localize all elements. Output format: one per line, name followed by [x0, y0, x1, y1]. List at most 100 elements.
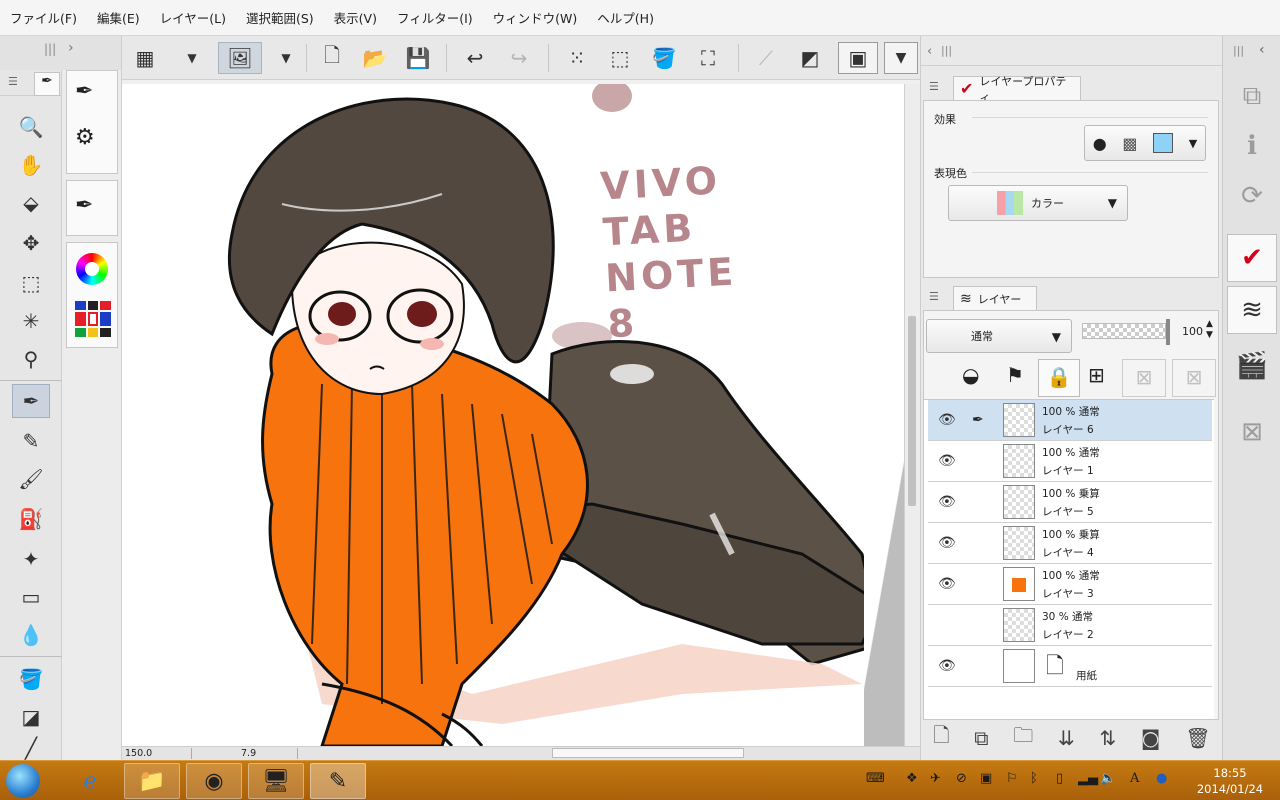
- marquee-icon[interactable]: ⬚: [12, 266, 50, 300]
- grip-icon[interactable]: |||: [1233, 44, 1244, 57]
- dropdown-arrow-icon[interactable]: ▼: [1189, 137, 1197, 150]
- clip-studio-icon[interactable]: ✎: [310, 763, 366, 799]
- color-wheel-icon[interactable]: [76, 253, 108, 285]
- animation-palette-icon[interactable]: 🎬: [1227, 342, 1277, 390]
- redo-icon[interactable]: ↪: [503, 42, 535, 74]
- border-effect-icon[interactable]: ●: [1093, 134, 1107, 153]
- color-set-icon[interactable]: [75, 301, 111, 337]
- lock-transparent-icon[interactable]: ⊞: [1088, 363, 1105, 387]
- eye-icon[interactable]: 👁: [938, 412, 956, 428]
- internet-explorer-icon[interactable]: ℯ: [62, 763, 118, 799]
- eraser-icon[interactable]: ▭: [12, 580, 50, 614]
- layer-property-palette-icon[interactable]: ✔: [1227, 234, 1277, 282]
- opacity-stepper-icon[interactable]: ▲ ▼: [1206, 319, 1213, 341]
- scroll-thumb[interactable]: [908, 316, 916, 506]
- pen-icon[interactable]: ✒: [12, 384, 50, 418]
- brush-icon[interactable]: 🖌: [12, 462, 50, 496]
- network-icon[interactable]: ▂▄: [1078, 771, 1098, 786]
- line-icon[interactable]: ╱: [12, 736, 50, 760]
- start-button-icon[interactable]: [6, 764, 40, 798]
- tone-effect-icon[interactable]: ▩: [1122, 134, 1137, 153]
- delete-layer-icon[interactable]: 🗑: [1185, 726, 1210, 750]
- horizontal-scrollbar[interactable]: [552, 748, 744, 758]
- chevron-left-icon[interactable]: ‹: [1259, 42, 1265, 58]
- grip-icon[interactable]: |||: [941, 44, 952, 57]
- drawing-canvas[interactable]: VIVO TAB NOTE 8: [122, 84, 920, 746]
- layer-row[interactable]: 👁 100 % 乗算 レイヤー 5: [928, 482, 1212, 523]
- flag-icon[interactable]: ⚐: [1006, 771, 1018, 786]
- layer-row[interactable]: 👁 ✒ 100 % 通常 レイヤー 6: [928, 400, 1212, 441]
- hand-icon[interactable]: ✋: [12, 148, 50, 182]
- opacity-slider[interactable]: [1082, 323, 1166, 339]
- expression-color-select[interactable]: カラー ▼: [948, 185, 1128, 221]
- menu-window[interactable]: ウィンドウ(W): [493, 8, 578, 27]
- eyedropper-icon[interactable]: ⚲: [12, 342, 50, 376]
- pen-tab-icon[interactable]: ✒: [34, 72, 60, 96]
- eye-icon[interactable]: 👁: [938, 535, 956, 551]
- navigator-icon[interactable]: 🖼: [218, 42, 262, 74]
- magic-wand-icon[interactable]: ✳: [12, 304, 50, 338]
- move-icon[interactable]: ✥: [12, 226, 50, 260]
- palette-menu-icon[interactable]: ☰: [929, 290, 939, 303]
- eye-icon[interactable]: 👁: [938, 658, 956, 674]
- decoration-icon[interactable]: ✦: [12, 542, 50, 576]
- palette-menu-icon[interactable]: ☰: [8, 75, 18, 88]
- grip-icon[interactable]: |||: [44, 42, 56, 56]
- keyboard-icon[interactable]: ⌨: [866, 771, 885, 786]
- new-file-icon[interactable]: 🗋: [316, 42, 348, 74]
- opacity-value[interactable]: 100: [1182, 325, 1203, 338]
- selection-icon[interactable]: ⬚: [604, 42, 636, 74]
- merge-down-icon[interactable]: ⇊: [1058, 726, 1075, 750]
- bluetooth-icon[interactable]: ᛒ: [1030, 771, 1038, 786]
- tool-property-icon[interactable]: ✒: [75, 193, 93, 218]
- material-palette-icon[interactable]: ⊠: [1227, 408, 1277, 456]
- sub-tool-settings-icon[interactable]: ⚙: [75, 125, 95, 150]
- new-folder-icon[interactable]: 🗀: [1013, 721, 1033, 755]
- dots-icon[interactable]: ⁙: [561, 42, 593, 74]
- zoom-value[interactable]: 150.0: [122, 748, 192, 759]
- mask-off-icon[interactable]: ⊠: [1122, 359, 1166, 397]
- undo-icon[interactable]: ↩: [459, 42, 491, 74]
- pencil-icon[interactable]: ✎: [12, 424, 50, 458]
- layer-row[interactable]: 👁 100 % 乗算 レイヤー 4: [928, 523, 1212, 564]
- rotate-icon[interactable]: ⬙: [12, 186, 50, 220]
- blend-icon[interactable]: 💧: [12, 618, 50, 652]
- fill-icon[interactable]: 🪣: [648, 42, 680, 74]
- effect-buttons[interactable]: ● ▩ ▼: [1084, 125, 1206, 161]
- chevron-right-icon[interactable]: ›: [68, 40, 74, 56]
- opacity-slider-handle[interactable]: [1166, 319, 1170, 345]
- clip-layer-icon[interactable]: ◒: [962, 363, 979, 387]
- menu-selection[interactable]: 選択範囲(S): [246, 8, 314, 27]
- ruler-mask-off-icon[interactable]: ⊠: [1172, 359, 1216, 397]
- fill-icon[interactable]: 🪣: [12, 662, 50, 696]
- menu-edit[interactable]: 編集(E): [97, 8, 140, 27]
- more-dropdown-icon[interactable]: ▼: [884, 42, 918, 74]
- remote-desktop-icon[interactable]: 🖥: [248, 763, 304, 799]
- blend-mode-select[interactable]: 通常 ▼: [926, 319, 1072, 353]
- history-palette-icon[interactable]: ⟳: [1227, 172, 1277, 220]
- ruler-icon[interactable]: ◩: [794, 42, 826, 74]
- file-explorer-icon[interactable]: 📁: [124, 763, 180, 799]
- menu-help[interactable]: ヘルプ(H): [597, 8, 654, 27]
- lock-icon[interactable]: 🔒: [1038, 359, 1080, 397]
- menu-file[interactable]: ファイル(F): [10, 8, 77, 27]
- grid-layout-icon[interactable]: ▦: [129, 42, 161, 74]
- info-palette-icon[interactable]: ℹ: [1227, 122, 1277, 170]
- canvas-frame-icon[interactable]: ▣: [838, 42, 878, 74]
- tab-layer[interactable]: ≋ レイヤー: [953, 286, 1037, 310]
- transform-icon[interactable]: ⛶: [692, 42, 724, 74]
- volume-icon[interactable]: 🔈: [1100, 771, 1116, 786]
- menu-filter[interactable]: フィルター(I): [397, 8, 473, 27]
- tray-app-icon[interactable]: ⊘: [956, 771, 967, 786]
- layer-row[interactable]: 👁 100 % 通常 レイヤー 1: [928, 441, 1212, 482]
- open-folder-icon[interactable]: 📂: [359, 42, 391, 74]
- layer-row-paper[interactable]: 👁 🗋 用紙: [928, 646, 1212, 687]
- tab-layer-property[interactable]: ✔ レイヤープロパティ: [953, 75, 1081, 104]
- new-vector-layer-icon[interactable]: ⧉: [974, 726, 988, 750]
- angle-value[interactable]: 7.9: [238, 748, 298, 759]
- layer-mask-icon[interactable]: ◙: [1141, 726, 1160, 750]
- new-raster-layer-icon[interactable]: 🗋: [933, 721, 949, 755]
- zoom-icon[interactable]: 🔍: [12, 110, 50, 144]
- navigator-palette-icon[interactable]: ⧉: [1227, 72, 1277, 120]
- reference-layer-icon[interactable]: ⚑: [1006, 363, 1024, 387]
